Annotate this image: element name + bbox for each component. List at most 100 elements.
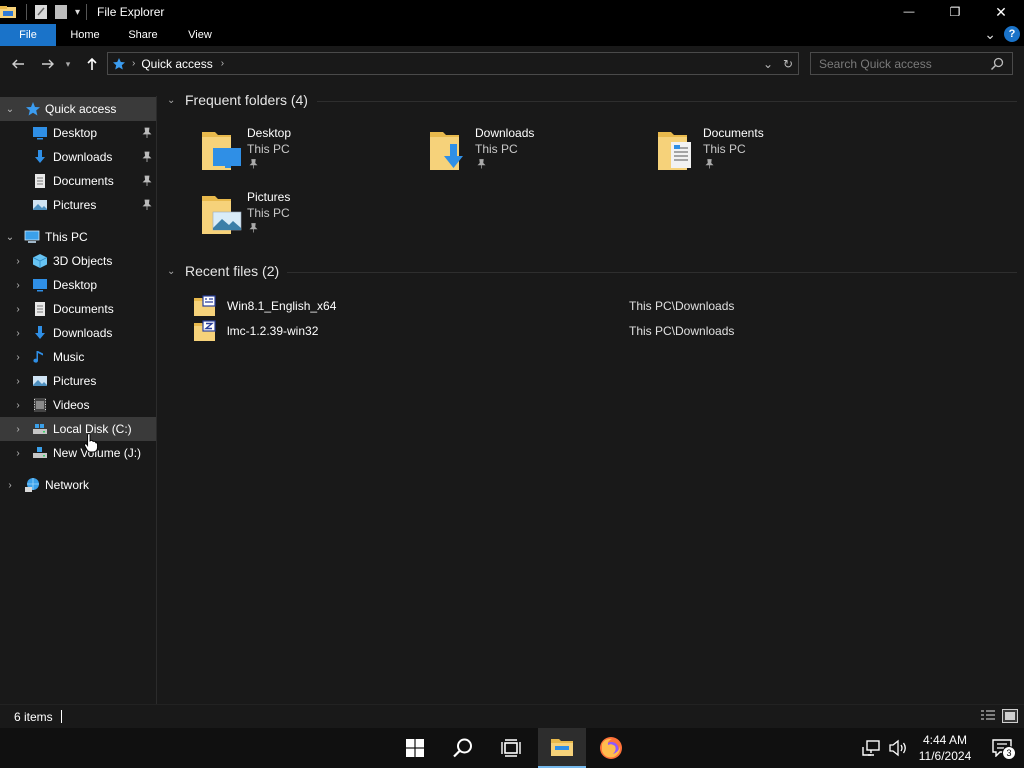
help-button[interactable]: ? (1004, 26, 1020, 42)
sidebar-item-local-disk-c[interactable]: › Local Disk (C:) (0, 417, 156, 441)
back-button[interactable] (8, 54, 28, 74)
expand-chevron-icon[interactable]: › (12, 327, 24, 339)
recent-file-row[interactable]: lmc-1.2.39-win32 This PC\Downloads (193, 320, 993, 342)
pin-icon[interactable] (142, 199, 152, 211)
breadcrumb-quick-access[interactable]: Quick access (141, 57, 212, 71)
sidebar-item-new-volume-j[interactable]: › New Volume (J:) (0, 441, 156, 465)
pin-icon[interactable] (142, 151, 152, 163)
group-title: Recent files (2) (185, 263, 280, 279)
network-status-icon[interactable] (862, 739, 882, 757)
arrow-left-icon (12, 59, 24, 69)
search-icon[interactable] (989, 56, 1005, 72)
minimize-button[interactable]: — (886, 0, 932, 24)
expand-chevron-icon[interactable]: › (4, 479, 16, 491)
tab-home[interactable]: Home (56, 24, 114, 46)
frequent-folder-tile[interactable]: Downloads This PC (429, 126, 639, 186)
documents-icon (35, 302, 45, 316)
sidebar-item-documents[interactable]: › Documents (0, 297, 156, 321)
sidebar-item-label: Quick access (45, 102, 117, 116)
large-icons-view-icon[interactable] (1002, 709, 1018, 723)
volume-icon[interactable] (888, 739, 908, 757)
sidebar-item-videos[interactable]: › Videos (0, 393, 156, 417)
action-center-button[interactable]: 3 (980, 728, 1024, 768)
videos-icon (34, 398, 46, 412)
desktop-icon (33, 279, 47, 292)
firefox-taskbar-button[interactable] (587, 728, 635, 768)
address-box[interactable]: › Quick access › ⌄ ↻ (107, 52, 799, 75)
new-folder-icon[interactable] (53, 4, 69, 20)
customize-toolbar-chevron-icon[interactable]: ▾ (75, 7, 80, 18)
folder-location: This PC (475, 142, 518, 156)
sidebar-item-qa-desktop[interactable]: Desktop (0, 121, 156, 145)
expand-ribbon-chevron-icon[interactable]: ⌄ (984, 27, 996, 41)
expand-chevron-icon[interactable]: › (12, 255, 24, 267)
folder-location: This PC (703, 142, 746, 156)
group-header-frequent-folders[interactable]: ⌄ Frequent folders (4) (167, 92, 308, 108)
collapse-chevron-icon[interactable]: ⌄ (4, 103, 16, 115)
explorer-folder-icon[interactable] (0, 4, 16, 20)
sidebar-item-3d-objects[interactable]: › 3D Objects (0, 249, 156, 273)
group-collapse-chevron-icon[interactable]: ⌄ (167, 266, 181, 277)
frequent-folder-tile[interactable]: Desktop This PC (201, 126, 411, 186)
pin-icon[interactable] (142, 127, 152, 139)
group-divider (317, 101, 1017, 102)
archive-file-icon (194, 295, 216, 316)
status-bar: 6 items (0, 704, 1024, 728)
music-icon (33, 351, 43, 363)
expand-chevron-icon[interactable]: › (12, 447, 24, 459)
folder-name: Documents (703, 126, 764, 140)
address-dropdown-icon[interactable]: ⌄ (758, 57, 778, 71)
sidebar-item-network[interactable]: › Network (0, 473, 156, 497)
recent-locations-button[interactable]: ▾ (62, 54, 74, 74)
refresh-icon[interactable]: ↻ (778, 57, 798, 71)
sidebar-item-downloads[interactable]: › Downloads (0, 321, 156, 345)
sidebar-item-label: Videos (53, 398, 90, 412)
collapse-chevron-icon[interactable]: ⌄ (4, 231, 16, 243)
expand-chevron-icon[interactable]: › (12, 375, 24, 387)
sidebar-item-qa-downloads[interactable]: Downloads (0, 145, 156, 169)
pin-icon[interactable] (142, 175, 152, 187)
documents-folder-icon (658, 132, 691, 170)
breadcrumb-separator-icon[interactable]: › (132, 58, 135, 69)
properties-icon[interactable] (33, 4, 49, 20)
frequent-folder-tile[interactable]: Documents This PC (657, 126, 867, 186)
sidebar-item-music[interactable]: › Music (0, 345, 156, 369)
folder-location: This PC (247, 142, 290, 156)
group-header-recent-files[interactable]: ⌄ Recent files (2) (167, 263, 279, 279)
sidebar-item-this-pc[interactable]: ⌄ This PC (0, 225, 156, 249)
quick-access-toolbar: ▾ File Explorer (0, 0, 164, 24)
sidebar-item-label: Documents (53, 174, 114, 188)
restore-button[interactable]: ❐ (932, 0, 978, 24)
close-button[interactable]: ✕ (978, 0, 1024, 24)
up-button[interactable] (82, 54, 102, 74)
tab-view[interactable]: View (172, 24, 228, 46)
expand-chevron-icon[interactable]: › (12, 279, 24, 291)
taskbar-clock[interactable]: 4:44 AM 11/6/2024 (910, 732, 980, 764)
recent-file-row[interactable]: Win8.1_English_x64 This PC\Downloads (193, 295, 993, 317)
forward-button[interactable] (38, 54, 58, 74)
search-taskbar-button[interactable] (439, 728, 487, 768)
expand-chevron-icon[interactable]: › (12, 399, 24, 411)
sidebar-item-desktop[interactable]: › Desktop (0, 273, 156, 297)
task-view-button[interactable] (487, 728, 535, 768)
expand-chevron-icon[interactable]: › (12, 303, 24, 315)
sidebar-item-qa-documents[interactable]: Documents (0, 169, 156, 193)
sidebar-item-quick-access[interactable]: ⌄ Quick access (0, 97, 156, 121)
details-view-icon[interactable] (980, 709, 996, 723)
restore-icon: ❐ (949, 5, 961, 19)
tab-share[interactable]: Share (114, 24, 172, 46)
breadcrumb-chevron-icon[interactable]: › (221, 58, 224, 69)
file-explorer-taskbar-button[interactable] (538, 728, 586, 768)
clock-date: 11/6/2024 (918, 749, 972, 763)
expand-chevron-icon[interactable]: › (12, 351, 24, 363)
search-input[interactable] (811, 56, 989, 71)
start-button[interactable] (391, 728, 439, 768)
expand-chevron-icon[interactable]: › (12, 423, 24, 435)
sidebar-item-pictures[interactable]: › Pictures (0, 369, 156, 393)
frequent-folder-tile[interactable]: Pictures This PC (201, 190, 411, 250)
sidebar-item-label: Desktop (53, 278, 98, 292)
tab-file[interactable]: File (0, 24, 56, 46)
group-collapse-chevron-icon[interactable]: ⌄ (167, 95, 181, 106)
sidebar-item-qa-pictures[interactable]: Pictures (0, 193, 156, 217)
item-count: 6 items (14, 710, 53, 724)
